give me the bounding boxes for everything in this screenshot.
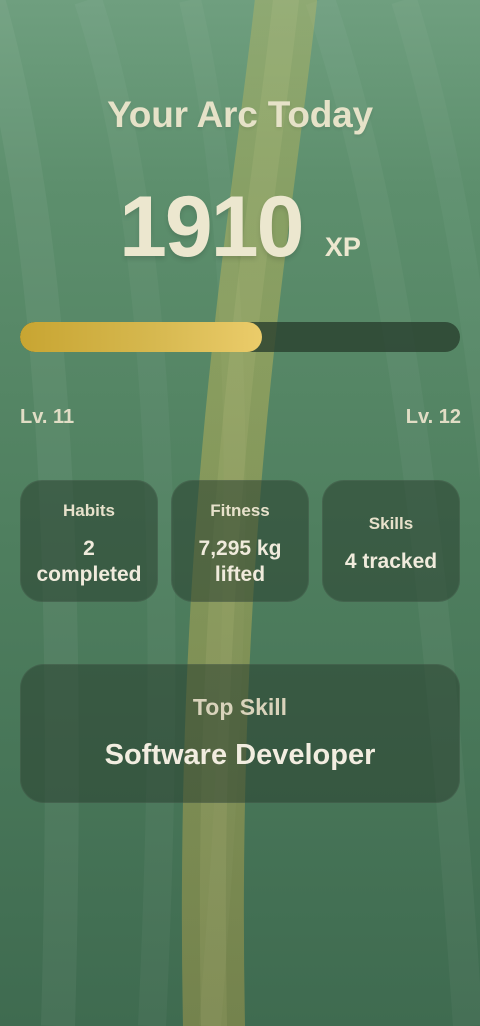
level-progress-bar [20, 322, 460, 352]
fitness-card: Fitness 7,295 kg lifted [171, 480, 309, 602]
screen-content: Your Arc Today 1910 XP Lv. 11 Lv. 12 Hab… [0, 0, 480, 1026]
fitness-label: Fitness [210, 501, 270, 520]
habits-value: 2 completed [36, 537, 142, 586]
xp-total: 1910 XP [0, 178, 480, 277]
level-progress-fill [20, 322, 262, 352]
habits-card: Habits 2 completed [20, 480, 158, 602]
fitness-value: 7,295 kg lifted [198, 537, 282, 586]
top-skill-card: Top Skill Software Developer [20, 664, 460, 803]
top-skill-name: Software Developer [104, 739, 376, 771]
top-skill-label: Top Skill [192, 694, 288, 720]
habits-label: Habits [63, 501, 115, 520]
current-level-label: Lv. 11 [20, 406, 75, 428]
next-level-label: Lv. 12 [405, 406, 461, 428]
page-title: Your Arc Today [107, 94, 373, 135]
xp-unit-label: XP [324, 232, 361, 262]
skills-value: 4 tracked [344, 550, 438, 573]
skills-card: Skills 4 tracked [322, 480, 460, 602]
skills-label: Skills [368, 514, 414, 533]
xp-value: 1910 [119, 179, 304, 275]
